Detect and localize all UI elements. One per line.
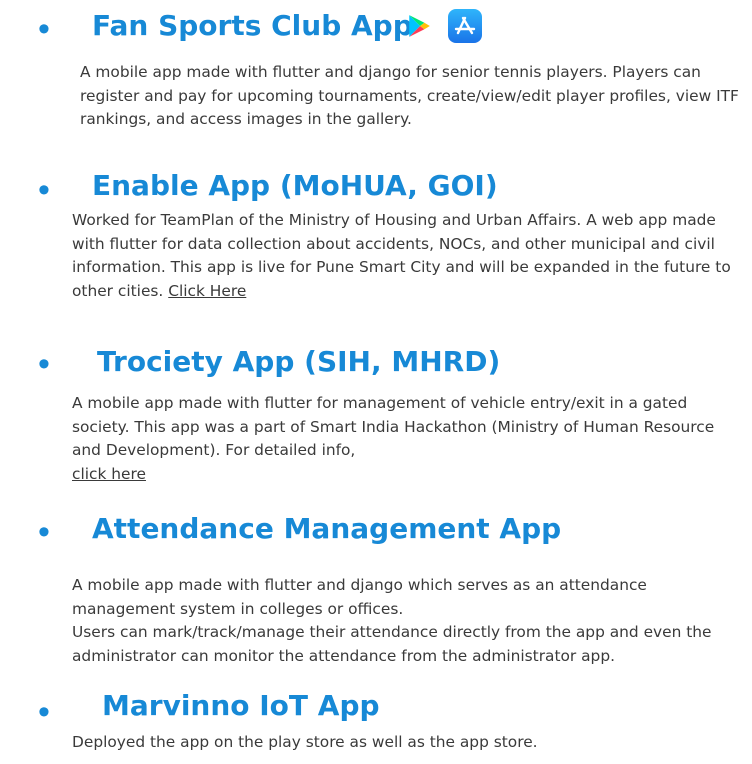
project-description: Worked for TeamPlan of the Ministry of H… <box>72 209 742 303</box>
project-description: Deployed the app on the play store as we… <box>72 733 538 751</box>
bullet: • <box>38 10 50 48</box>
project-title: Enable App (MoHUA, GOI) <box>92 169 498 202</box>
click-here-link[interactable]: Click Here <box>168 282 246 300</box>
project-title: Attendance Management App <box>92 512 562 545</box>
project-description-line: A mobile app made with flutter and djang… <box>72 576 647 618</box>
project-description: A mobile app made with flutter for manag… <box>72 392 742 486</box>
bullet: • <box>38 693 50 731</box>
google-play-icon[interactable] <box>406 13 432 39</box>
project-description-line: Users can mark/track/manage their attend… <box>72 623 712 665</box>
bullet: • <box>38 513 50 551</box>
project-description: A mobile app made with flutter and djang… <box>72 574 742 668</box>
store-icons <box>406 9 482 43</box>
project-title: Marvinno IoT App <box>102 689 380 722</box>
app-store-glyph-icon <box>454 16 476 35</box>
project-title: Fan Sports Club App <box>92 9 413 42</box>
bullet: • <box>38 171 50 209</box>
click-here-link[interactable]: click here <box>72 465 146 483</box>
app-store-icon[interactable] <box>448 9 482 43</box>
project-description: A mobile app made with flutter and djang… <box>80 63 739 128</box>
project-description-text: A mobile app made with flutter for manag… <box>72 394 715 459</box>
bullet: • <box>38 345 50 383</box>
project-title: Trociety App (SIH, MHRD) <box>97 345 501 378</box>
